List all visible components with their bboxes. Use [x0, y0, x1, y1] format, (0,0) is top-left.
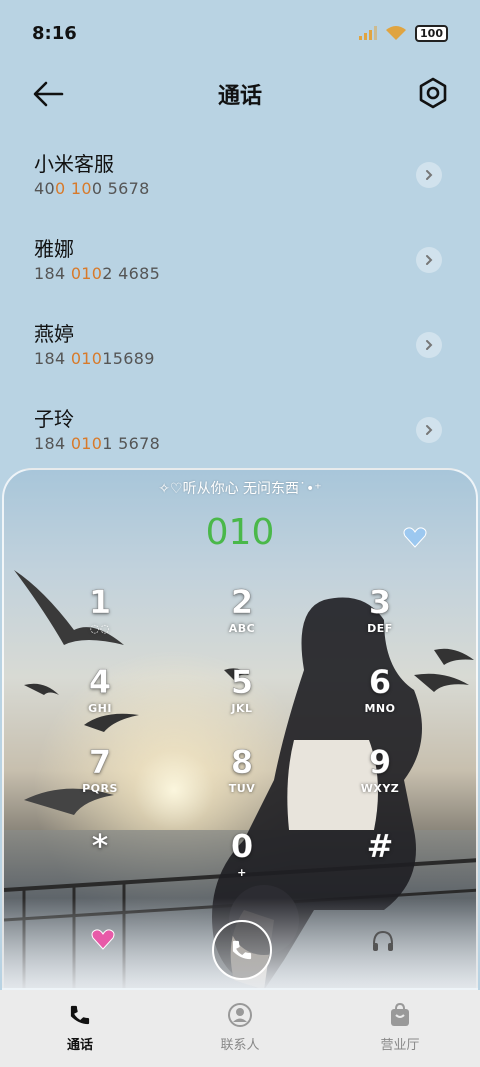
tab-calls[interactable]: 通话	[0, 990, 160, 1067]
bag-icon	[391, 1002, 409, 1026]
chevron-right-icon[interactable]	[416, 247, 442, 273]
contact-name: 小米客服	[34, 152, 114, 176]
battery-indicator: 100	[415, 24, 448, 42]
contact-list: 小米客服 400 100 5678 雅娜 184 0102 4685 燕婷 18…	[0, 140, 480, 480]
contact-number: 400 100 5678	[34, 179, 150, 198]
list-item[interactable]: 燕婷 184 01015689	[0, 310, 480, 395]
contact-number: 184 0102 4685	[34, 264, 161, 283]
bottom-tab-bar: 通话 联系人 营业厅	[0, 990, 480, 1067]
call-button[interactable]	[212, 920, 272, 980]
heart-icon[interactable]	[402, 524, 428, 550]
status-time: 8:16	[32, 22, 77, 44]
page-title: 通话	[217, 84, 262, 109]
chevron-right-icon[interactable]	[416, 332, 442, 358]
app-header: 通话	[0, 66, 480, 122]
back-arrow-icon[interactable]	[30, 78, 66, 110]
headset-icon[interactable]	[370, 928, 396, 954]
wifi-icon	[386, 26, 407, 40]
phone-icon	[232, 940, 252, 960]
chevron-right-icon[interactable]	[416, 162, 442, 188]
key-7[interactable]: 7 PQRS	[50, 742, 150, 812]
contact-name: 子玲	[34, 407, 74, 431]
list-item[interactable]: 小米客服 400 100 5678	[0, 140, 480, 225]
sparkle-heart-icon	[91, 929, 115, 950]
person-icon	[228, 1003, 252, 1027]
key-9[interactable]: 9 WXYZ	[330, 742, 430, 812]
key-5[interactable]: 5 JKL	[192, 662, 292, 732]
key-2[interactable]: 2 ABC	[192, 582, 292, 652]
status-icons: 100	[359, 24, 448, 42]
settings-hexagon-icon[interactable]	[416, 76, 450, 110]
contact-name: 雅娜	[34, 237, 74, 261]
phone-icon	[70, 1005, 90, 1025]
tab-label: 通话	[66, 1038, 93, 1053]
tab-business-hall[interactable]: 营业厅	[320, 990, 480, 1067]
key-0[interactable]: 0 +	[192, 826, 292, 896]
key-8[interactable]: 8 TUV	[192, 742, 292, 812]
contact-name: 燕婷	[34, 322, 74, 346]
chevron-right-icon[interactable]	[416, 417, 442, 443]
key-hash[interactable]: #	[330, 826, 430, 896]
dialer-panel: ✧♡听从你心 无问东西˙•⁺ 010 1 ◌◌ 2 ABC 3 DEF 4 GH…	[2, 468, 478, 990]
key-star[interactable]: *	[50, 826, 150, 896]
signal-icon	[359, 26, 378, 40]
contact-number: 184 0101 5678	[34, 434, 161, 453]
tab-contacts[interactable]: 联系人	[160, 990, 320, 1067]
dialer-tagline: ✧♡听从你心 无问东西˙•⁺	[158, 481, 322, 497]
key-6[interactable]: 6 MNO	[330, 662, 430, 732]
contact-number: 184 01015689	[34, 349, 155, 368]
key-4[interactable]: 4 GHI	[50, 662, 150, 732]
status-bar: 8:16 100	[0, 0, 480, 66]
tab-label: 营业厅	[380, 1038, 420, 1053]
key-1[interactable]: 1 ◌◌	[50, 582, 150, 652]
key-3[interactable]: 3 DEF	[330, 582, 430, 652]
tab-label: 联系人	[220, 1038, 260, 1053]
list-item[interactable]: 雅娜 184 0102 4685	[0, 225, 480, 310]
